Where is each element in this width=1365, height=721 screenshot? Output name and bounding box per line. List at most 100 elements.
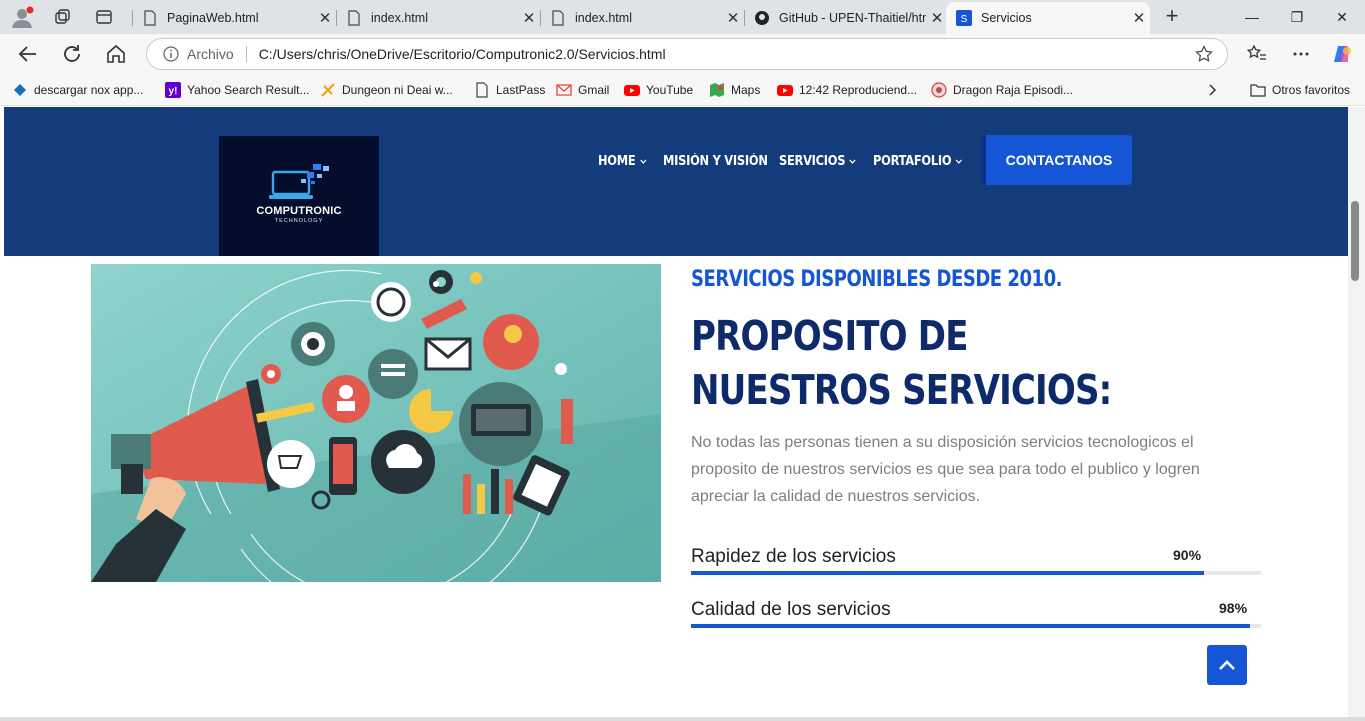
- tab-title: Servicios: [981, 11, 1032, 25]
- new-tab-button[interactable]: +: [1160, 5, 1184, 29]
- nav-mision-vision[interactable]: MISIÓN Y VISIÓN: [663, 151, 768, 171]
- chevron-up-icon: [1219, 660, 1235, 670]
- laptop-logo-icon: [269, 164, 329, 199]
- bookmark-item[interactable]: Gmail: [556, 81, 609, 99]
- favorites-icon[interactable]: [1246, 43, 1268, 65]
- bookmark-item[interactable]: Maps: [709, 81, 760, 99]
- github-icon: [755, 11, 769, 25]
- bookmark-label: Maps: [731, 83, 761, 97]
- site-logo[interactable]: COMPUTRONIC TECHNOLOGY: [219, 136, 379, 256]
- bookmark-label: 12:42 Reproduciend...: [799, 83, 918, 97]
- tab-index-2[interactable]: index.html ✕: [540, 2, 744, 34]
- browser-toolbar: Archivo C:/Users/chris/OneDrive/Escritor…: [0, 34, 1365, 74]
- section-eyebrow: SERVICIOS DISPONIBLES DESDE 2010.: [691, 267, 1063, 292]
- tab-github[interactable]: GitHub - UPEN-Thaitiel/htm ✕: [744, 2, 948, 34]
- bookmark-item[interactable]: descargar nox app...: [12, 81, 143, 99]
- skill-label-rapidez: Rapidez de los servicios: [691, 546, 896, 567]
- profile-avatar-icon[interactable]: [10, 6, 34, 28]
- site-label: Archivo: [187, 46, 234, 62]
- folder-icon: [1250, 84, 1266, 97]
- section-description: No todas las personas tienen a su dispos…: [691, 434, 1200, 505]
- nav-label: PORTAFOLIO: [873, 153, 952, 169]
- close-tab-icon[interactable]: ✕: [314, 9, 336, 27]
- file-icon: [348, 10, 360, 26]
- more-options-icon[interactable]: [1290, 43, 1312, 65]
- tab-index-1[interactable]: index.html ✕: [336, 2, 540, 34]
- marketing-illustration: [91, 264, 661, 582]
- vertical-tabs-icon[interactable]: [95, 8, 113, 26]
- minimize-button[interactable]: —: [1238, 6, 1266, 28]
- close-tab-icon[interactable]: ✕: [926, 9, 948, 27]
- site-favicon-icon: S: [956, 10, 972, 26]
- logo-brand: COMPUTRONIC: [256, 205, 342, 217]
- page-scrollbar[interactable]: [1348, 107, 1365, 717]
- yahoo-icon: y!: [165, 82, 181, 98]
- skill-percent-rapidez: 90%: [1173, 547, 1202, 563]
- close-tab-icon[interactable]: ✕: [1128, 9, 1150, 27]
- file-icon: [144, 10, 156, 26]
- logo-tagline: TECHNOLOGY: [274, 218, 324, 224]
- other-favorites-label: Otros favoritos: [1272, 83, 1351, 97]
- close-tab-icon[interactable]: ✕: [518, 9, 540, 27]
- tab-title: PaginaWeb.html: [167, 11, 259, 25]
- other-favorites[interactable]: Otros favoritos: [1250, 81, 1350, 99]
- copilot-icon[interactable]: [1332, 43, 1354, 65]
- nav-label: MISIÓN Y VISIÓN: [663, 153, 768, 169]
- bookmarks-overflow-chevron-icon[interactable]: [1206, 81, 1218, 99]
- bookmarks-bar: descargar nox app... y! Yahoo Search Res…: [0, 74, 1365, 106]
- progress-fill-rapidez: [691, 571, 1204, 575]
- dungeon-icon: [321, 83, 335, 97]
- bookmark-item[interactable]: LastPass: [474, 81, 545, 99]
- bookmark-label: Gmail: [578, 83, 610, 97]
- contact-button[interactable]: CONTACTANOS: [982, 135, 1132, 185]
- back-to-top-button[interactable]: [1207, 645, 1247, 685]
- svg-text:y!: y!: [169, 86, 178, 97]
- refresh-icon[interactable]: [60, 42, 84, 66]
- svg-text:S: S: [961, 14, 968, 25]
- page-viewport: COMPUTRONIC TECHNOLOGY HOME MISIÓN Y VIS…: [4, 107, 1348, 717]
- tab-title: index.html: [371, 11, 428, 25]
- chevron-down-icon: [849, 159, 856, 164]
- file-icon: [552, 10, 564, 26]
- chevron-down-icon: [955, 159, 962, 164]
- address-bar[interactable]: Archivo C:/Users/chris/OneDrive/Escritor…: [146, 38, 1228, 70]
- bookmark-item[interactable]: Dragon Raja Episodi...: [931, 81, 1073, 99]
- bookmark-item[interactable]: Dungeon ni Deai w...: [320, 81, 453, 99]
- bookmark-label: Dungeon ni Deai w...: [342, 83, 453, 97]
- tab-servicios[interactable]: S Servicios ✕: [946, 2, 1150, 34]
- tab-strip: PaginaWeb.html ✕ index.html ✕ index.html…: [0, 0, 1365, 34]
- bookmark-item[interactable]: y! Yahoo Search Result...: [165, 81, 310, 99]
- workspaces-icon[interactable]: [53, 8, 71, 26]
- close-window-button[interactable]: ✕: [1328, 6, 1356, 28]
- gmail-icon: [556, 84, 572, 96]
- home-icon[interactable]: [104, 42, 128, 66]
- bookmark-label: Yahoo Search Result...: [187, 83, 310, 97]
- close-tab-icon[interactable]: ✕: [722, 9, 744, 27]
- nav-label: SERVICIOS: [779, 153, 846, 169]
- bookmark-item[interactable]: YouTube: [624, 81, 693, 99]
- progress-track: [691, 571, 1261, 575]
- section-title: PROPOSITO DE NUESTROS SERVICIOS:: [691, 312, 1112, 414]
- youtube-icon: [624, 85, 640, 96]
- nav-servicios[interactable]: SERVICIOS: [779, 151, 857, 171]
- nav-label: HOME: [598, 153, 636, 169]
- bookmark-label: descargar nox app...: [34, 83, 144, 97]
- dragon-icon: [931, 82, 947, 98]
- bookmark-label: Dragon Raja Episodi...: [953, 83, 1074, 97]
- info-icon[interactable]: [163, 46, 179, 62]
- skill-percent-calidad: 98%: [1219, 600, 1248, 616]
- nav-home[interactable]: HOME: [598, 151, 647, 171]
- maps-icon: [710, 83, 724, 97]
- scrollbar-thumb[interactable]: [1351, 201, 1359, 281]
- tab-title: index.html: [575, 11, 632, 25]
- restore-button[interactable]: ❐: [1283, 6, 1311, 28]
- bookmark-item[interactable]: 12:42 Reproduciend...: [777, 81, 917, 99]
- url-text[interactable]: C:/Users/chris/OneDrive/Escritorio/Compu…: [259, 46, 666, 62]
- star-icon[interactable]: [1195, 45, 1213, 63]
- nav-portafolio[interactable]: PORTAFOLIO: [873, 151, 963, 171]
- nox-icon: [14, 84, 26, 96]
- progress-track: [691, 624, 1261, 628]
- back-arrow-icon[interactable]: [16, 42, 40, 66]
- bookmark-label: YouTube: [646, 83, 694, 97]
- tab-paginaweb[interactable]: PaginaWeb.html ✕: [132, 2, 336, 34]
